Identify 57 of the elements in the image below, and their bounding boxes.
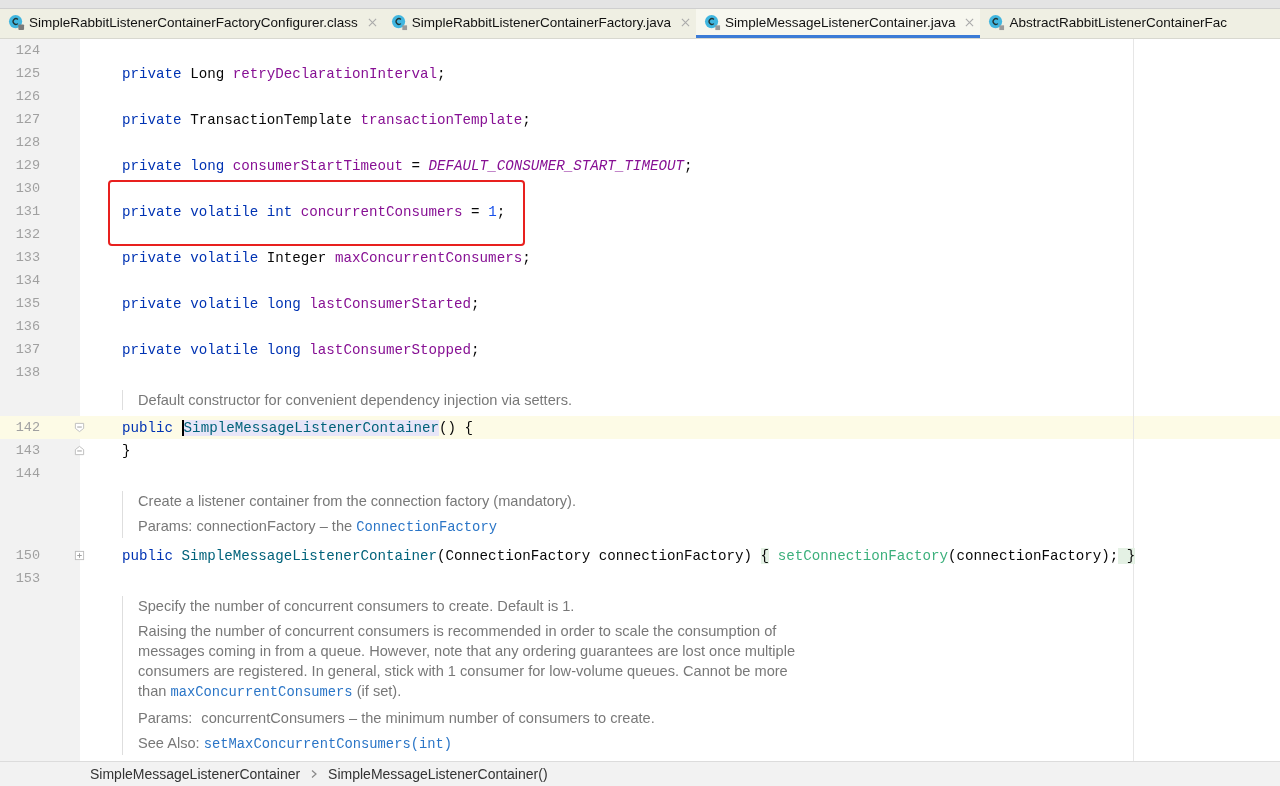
line-number: 137	[14, 342, 40, 357]
breadcrumb-item[interactable]: SimpleMessageListenerContainer	[90, 766, 301, 782]
line-number: 125	[14, 66, 40, 81]
line-number: 124	[14, 43, 40, 58]
line-number: 133	[14, 250, 40, 265]
line-number: 153	[14, 571, 40, 586]
doc-text: Create a listener container from the connection factory (mandatory).	[138, 492, 578, 511]
doc-text: Params: connectionFactory – the ConnectionFactory	[138, 517, 498, 537]
code-line: public SimpleMessageListenerContainer(ConnectionFactory connectionFactory) { setConnectionFactory(connectionFactory); }	[122, 547, 1136, 564]
doc-text: Specify the number of concurrent consumers to create. Default is 1.	[138, 597, 576, 616]
line-number: 126	[14, 89, 40, 104]
line-number: 138	[14, 365, 40, 380]
code-line: private Long retryDeclarationInterval;	[122, 65, 446, 82]
doc-text: Default constructor for convenient dependency injection via setters.	[138, 391, 573, 410]
line-number: 135	[14, 296, 40, 311]
doc-link[interactable]: maxConcurrentConsumers	[170, 685, 353, 700]
expand-icon[interactable]	[74, 550, 85, 561]
code-line: private TransactionTemplate transactionTemplate;	[122, 111, 531, 128]
class-file-icon	[390, 13, 408, 31]
close-icon[interactable]	[681, 17, 691, 27]
code-line: private long consumerStartTimeout = DEFAULT_CONSUMER_START_TIMEOUT;	[122, 157, 693, 174]
code-line: public SimpleMessageListenerContainer() {	[122, 419, 474, 436]
editor-tab[interactable]: AbstractRabbitListenerContainerFac	[980, 9, 1234, 38]
line-number: 131	[14, 204, 40, 219]
breadcrumb-item[interactable]: SimpleMessageListenerContainer()	[328, 766, 548, 782]
editor-tab[interactable]: SimpleRabbitListenerContainerFactory.java	[382, 9, 697, 38]
code-line: private volatile int concurrentConsumers = 1;	[122, 203, 506, 220]
line-number: 136	[14, 319, 40, 334]
line-number: 130	[14, 181, 40, 196]
doc-link[interactable]: ConnectionFactory	[356, 520, 497, 535]
line-number: 142	[14, 420, 40, 435]
line-number: 132	[14, 227, 40, 242]
close-icon[interactable]	[965, 17, 975, 27]
line-number: 128	[14, 135, 40, 150]
code-line: private volatile long lastConsumerStarted;	[122, 295, 480, 312]
editor-tab[interactable]: SimpleRabbitListenerContainerFactoryConfigurer.class	[0, 9, 383, 38]
doc-link[interactable]: setMaxConcurrentConsumers(int)	[203, 737, 453, 752]
doc-text: See Also: setMaxConcurrentConsumers(int)	[138, 734, 454, 754]
line-number: 127	[14, 112, 40, 127]
code-line: }	[122, 442, 131, 459]
line-number: 144	[14, 466, 40, 481]
close-icon[interactable]	[367, 17, 377, 27]
line-number: 129	[14, 158, 40, 173]
class-file-icon	[988, 13, 1006, 31]
fold-icon[interactable]	[74, 445, 85, 456]
line-number: 134	[14, 273, 40, 288]
class-file-icon	[704, 13, 722, 31]
fold-icon[interactable]	[74, 422, 85, 433]
doc-text: Raising the number of concurrent consumers is recommended in order to scale the consumption of messages coming in from a queue. However, note that any ordering guarantees are lost once multiple consumers are registered. In general, stick with 1 consumer for low-volume queues. Cannot be more than maxConcurrentConsumers (if set).	[138, 622, 797, 702]
class-file-icon	[8, 13, 25, 31]
editor-tab[interactable]: SimpleMessageListenerContainer.java	[696, 9, 981, 38]
chevron-icon	[310, 769, 319, 779]
code-line: private volatile Integer maxConcurrentConsumers;	[122, 249, 531, 266]
line-number: 143	[14, 443, 40, 458]
code-line: private volatile long lastConsumerStopped;	[122, 341, 480, 358]
doc-text: Params: concurrentConsumers – the minimum number of consumers to create.	[138, 709, 656, 728]
line-number: 150	[14, 548, 40, 563]
